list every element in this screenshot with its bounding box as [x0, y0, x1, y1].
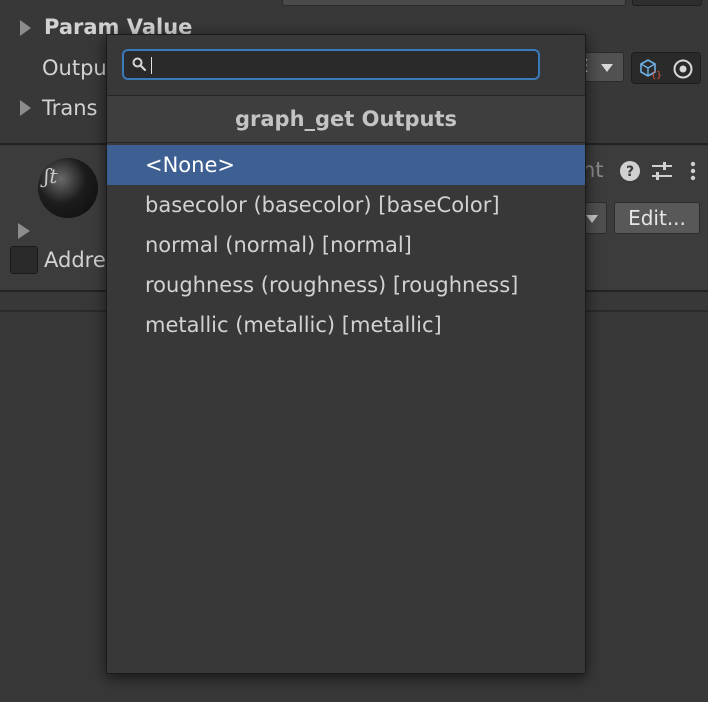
chevron-down-icon — [601, 64, 613, 72]
sliders-icon[interactable] — [650, 160, 674, 182]
addressable-label: Addre — [44, 248, 106, 272]
popup-header: graph_get Outputs — [107, 95, 585, 143]
list-item-roughness[interactable]: roughness (roughness) [roughness] — [107, 265, 585, 305]
addressable-checkbox[interactable] — [10, 246, 38, 274]
top-object-field[interactable] — [282, 0, 626, 6]
edit-button[interactable]: Edit... — [614, 202, 700, 234]
material-preview-sphere: ʃt — [38, 158, 98, 218]
object-picker-icon[interactable] — [672, 58, 694, 80]
output-label: Outpu — [42, 56, 107, 80]
foldout-arrow-icon[interactable] — [20, 20, 31, 36]
chevron-down-icon — [586, 215, 598, 223]
material-preview-glyph: ʃt — [44, 164, 58, 188]
transform-label: Trans — [42, 96, 98, 120]
text-caret — [151, 57, 152, 74]
outputs-list: <None> basecolor (basecolor) [baseColor]… — [107, 145, 585, 345]
list-item-normal[interactable]: normal (normal) [normal] — [107, 225, 585, 265]
list-item-basecolor[interactable]: basecolor (basecolor) [baseColor] — [107, 185, 585, 225]
foldout-arrow-icon[interactable] — [18, 223, 30, 239]
more-vertical-icon[interactable] — [688, 160, 698, 182]
svg-text:?: ? — [626, 164, 634, 180]
help-icon[interactable]: ? — [619, 160, 641, 182]
foldout-arrow-icon[interactable] — [20, 100, 31, 116]
list-item-metallic[interactable]: metallic (metallic) [metallic] — [107, 305, 585, 345]
outputs-popup: graph_get Outputs <None> basecolor (base… — [106, 34, 586, 674]
search-input[interactable] — [155, 54, 529, 76]
shader-dropdown[interactable] — [583, 202, 607, 234]
search-icon — [132, 57, 147, 72]
top-picker-button[interactable] — [632, 0, 702, 6]
shader-graph-icon[interactable]: {} — [638, 58, 662, 80]
list-item-none[interactable]: <None> — [107, 145, 585, 185]
svg-text:{}: {} — [651, 71, 662, 80]
popup-title: graph_get Outputs — [234, 107, 458, 131]
search-field[interactable] — [122, 49, 540, 80]
output-icon-buttons: {} — [631, 52, 701, 84]
